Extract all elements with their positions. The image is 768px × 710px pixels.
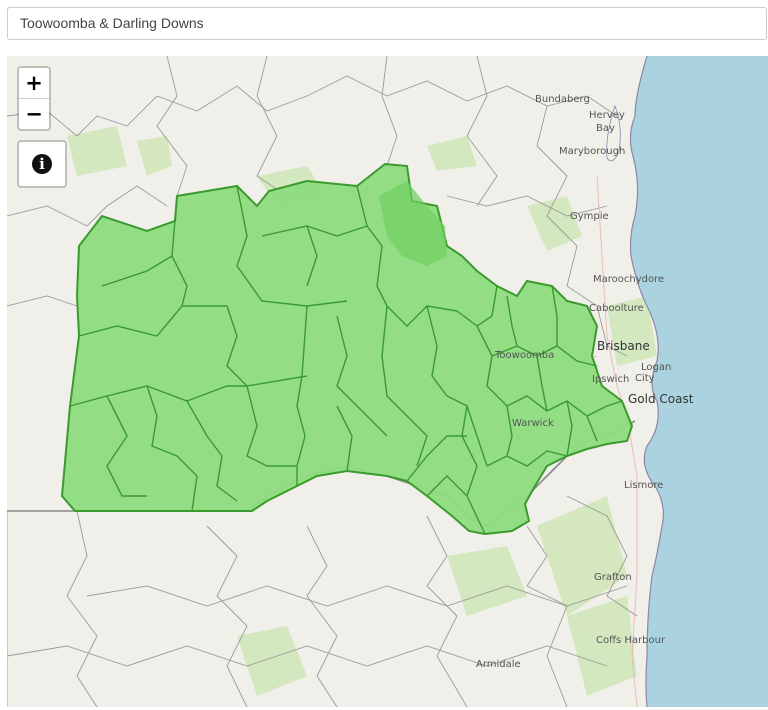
place-label: Maroochydore: [593, 274, 664, 285]
zoom-in-button[interactable]: +: [19, 68, 49, 98]
place-label: Gold Coast: [628, 392, 694, 406]
region-select[interactable]: Toowoomba & Darling Downs: [7, 7, 767, 40]
place-label: Logan: [641, 362, 671, 373]
zoom-out-button[interactable]: −: [19, 98, 49, 129]
place-label: City: [635, 373, 655, 384]
place-label: Armidale: [476, 659, 521, 670]
place-label: Grafton: [594, 572, 632, 583]
map-view[interactable]: Bundaberg Hervey Bay Maryborough Gympie …: [7, 56, 768, 707]
info-button[interactable]: i: [17, 140, 67, 188]
place-label: Warwick: [512, 418, 554, 429]
place-label: Gympie: [570, 211, 609, 222]
zoom-control: + −: [17, 66, 51, 131]
place-label: Bundaberg: [535, 94, 590, 105]
place-label: Bay: [596, 123, 615, 134]
place-label: Maryborough: [559, 146, 625, 157]
place-label: Lismore: [624, 480, 663, 491]
place-label: Ipswich: [592, 374, 629, 385]
info-icon: i: [32, 154, 52, 174]
place-label: Coffs Harbour: [596, 635, 666, 646]
map-canvas[interactable]: Bundaberg Hervey Bay Maryborough Gympie …: [7, 56, 768, 707]
place-label: Caboolture: [589, 303, 644, 314]
place-label: Toowoomba: [494, 350, 554, 361]
place-label: Brisbane: [597, 339, 650, 353]
place-label: Hervey: [589, 110, 625, 121]
